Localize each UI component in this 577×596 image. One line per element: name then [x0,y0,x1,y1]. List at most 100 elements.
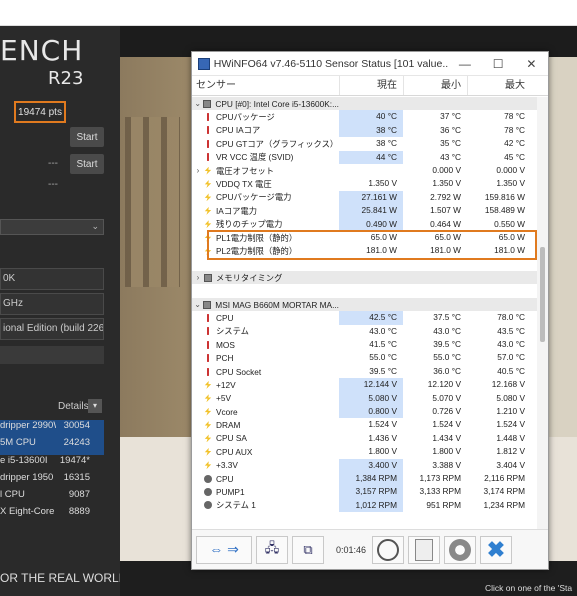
ranking-row[interactable]: dripper 2990W 30054 [0,420,104,438]
expand-toggle[interactable]: ⌄ [192,99,203,108]
sensor-row[interactable]: 残りのチップ電力 0.490 W 0.464 W 0.550 W [192,217,537,231]
value-max: 158.489 W [484,205,525,216]
sensor-row[interactable]: Vcore 0.800 V 0.726 V 1.210 V [192,404,537,419]
sensor-row[interactable]: CPUパッケージ電力 27.161 W 2.792 W 159.816 W [192,190,537,205]
sensor-row[interactable]: +3.3V 3.400 V 3.388 V 3.404 V [192,458,537,472]
clock-button[interactable] [372,535,404,564]
sensor-row[interactable]: PCH 55.0 °C 55.0 °C 57.0 °C [192,351,537,364]
sensor-name-cell: システム 1 [192,499,339,511]
col-sensor[interactable]: センサー [192,76,339,95]
vertical-scrollbar[interactable] [537,97,548,529]
sensor-row[interactable]: CPU IAコア 38 °C 36 °C 78 °C [192,123,537,138]
value-max: 12.168 V [491,379,525,390]
close-sensors-button[interactable]: ✖ [480,535,512,564]
ranking-cpu-name: dripper 1950 [0,471,54,483]
close-icon: ✖ [486,536,506,562]
value-max: 1.812 V [496,446,525,457]
sensor-row[interactable]: VDDQ TX 電圧 1.350 V 1.350 V 1.350 V [192,177,537,190]
value-cur: 1,384 RPM [339,471,403,486]
sensor-label: IAコア電力 [216,205,258,216]
sensor-label: MOS [216,339,235,350]
title-bar[interactable]: HWiNFO64 v7.46-5110 Sensor Status [101 v… [192,52,548,76]
sensor-row[interactable]: DRAM 1.524 V 1.524 V 1.524 V [192,418,537,431]
col-max[interactable]: 最大 [467,76,531,95]
sensor-label: CPU IAコア [216,125,261,136]
sensor-name-cell: › 電圧オフセット [192,165,339,177]
value-cur: 0.490 W [339,217,403,231]
value-min: 37.5 °C [433,312,461,323]
sensor-row[interactable]: CPU AUX 1.800 V 1.800 V 1.812 V [192,445,537,458]
cpu-multi-score: 19474 pts [14,101,66,123]
sensor-name-cell: CPU SA [192,433,339,443]
scrollbar-thumb[interactable] [540,247,545,342]
value-min: 0.000 V [432,164,461,175]
navigate-arrows-button[interactable]: ⇔ ⇒ [196,535,252,564]
fan-icon [204,501,212,510]
value-cur: 39.5 °C [369,365,397,376]
ranking-row[interactable]: dripper 1950 16315 [0,472,104,489]
sensor-row[interactable]: システム 1 1,012 RPM 951 RPM 1,234 RPM [192,498,537,513]
elapsed-timer: 0:01:46 [336,544,367,555]
value-cur: 1.436 V [368,432,397,443]
switch-layout-button[interactable]: ⧉ [292,535,324,564]
expand-toggle[interactable]: ⌄ [192,300,203,309]
log-button[interactable] [408,535,440,564]
sensor-row[interactable]: CPU GTコア（グラフィックス） 38 °C 35 °C 42 °C [192,137,537,150]
value-cur: 27.161 W [339,190,403,205]
col-current[interactable]: 現在 [339,76,403,95]
expand-toggle[interactable]: › [192,273,204,282]
value-max [467,298,531,311]
value-min [403,298,467,311]
start-multi-button[interactable]: Start [70,127,104,147]
sensor-row[interactable]: CPUパッケージ 40 °C 37 °C 78 °C [192,110,537,124]
sensor-name-cell: システム [192,325,339,337]
lightning-icon [204,461,212,470]
sensor-group-header[interactable]: ⌄ CPU [#0]: Intel Core i5-13600K:... [192,97,537,111]
start-single-button[interactable]: Start [70,154,104,174]
sensor-row[interactable]: CPU 1,384 RPM 1,173 RPM 2,116 RPM [192,471,537,486]
value-max: 1,234 RPM [483,499,525,510]
sensor-row[interactable]: CPU 42.5 °C 37.5 °C 78.0 °C [192,311,537,325]
sensor-row[interactable]: CPU SA 1.436 V 1.434 V 1.448 V [192,432,537,445]
close-button[interactable]: ✕ [515,57,548,71]
ranking-cpu-name: X Eight-Core I [0,506,56,518]
sensor-row[interactable]: +5V 5.080 V 5.070 V 5.080 V [192,391,537,405]
browser-top-bar [0,0,577,26]
ranking-row[interactable]: e i5-13600I 19474* [0,455,104,472]
minimize-button[interactable]: — [448,57,481,71]
sensor-row[interactable]: システム 43.0 °C 43.0 °C 43.5 °C [192,325,537,338]
lightning-icon [204,220,212,229]
value-min: 12.120 V [427,379,461,390]
test-duration-select[interactable]: ⌄ [0,219,104,235]
ranking-score: 8889 [68,506,90,518]
sensor-label: +12V [216,379,236,390]
ranking-row[interactable]: X Eight-Core I 8889 [0,506,104,523]
details-dropdown-button[interactable]: ▾ [88,399,102,413]
sensor-row[interactable]: › 電圧オフセット 0.000 V 0.000 V [192,164,537,177]
network-button[interactable]: 🖧 [256,535,288,564]
value-max: 40.5 °C [497,365,525,376]
ranking-row[interactable]: 5M CPU 24243 [0,437,104,455]
sensor-row[interactable]: +12V 12.144 V 12.120 V 12.168 V [192,378,537,392]
sensor-row[interactable]: MOS 41.5 °C 39.5 °C 43.0 °C [192,338,537,351]
sensor-label: PUMP1 [216,487,245,498]
sensor-name-cell: PUMP1 [192,487,339,497]
sensor-row[interactable]: IAコア電力 25.841 W 1.507 W 158.489 W [192,204,537,218]
value-max: 1.350 V [496,178,525,189]
col-min[interactable]: 最小 [403,76,467,95]
value-max: 78 °C [504,124,525,135]
sensor-row[interactable]: CPU Socket 39.5 °C 36.0 °C 40.5 °C [192,365,537,378]
sensor-row[interactable]: PUMP1 3,157 RPM 3,133 RPM 3,174 RPM [192,485,537,499]
settings-button[interactable] [444,535,476,564]
sensor-group-header[interactable]: ⌄ MSI MAG B660M MORTAR MA... [192,297,537,312]
ranking-row[interactable]: l CPU 9087 [0,489,104,506]
sensor-row[interactable]: VR VCC 温度 (SVID) 44 °C 43 °C 45 °C [192,150,537,164]
sensor-label: システム 1 [216,500,256,511]
expand-toggle[interactable]: › [192,166,204,175]
maximize-button[interactable]: ☐ [482,57,515,71]
fan-icon [204,474,212,483]
value-cur: 5.080 V [339,391,403,405]
sensor-group-header[interactable]: › メモリタイミング [192,271,537,285]
bottom-hint-text: Click on one of the 'Sta [485,583,573,593]
value-max: 42 °C [504,138,525,149]
